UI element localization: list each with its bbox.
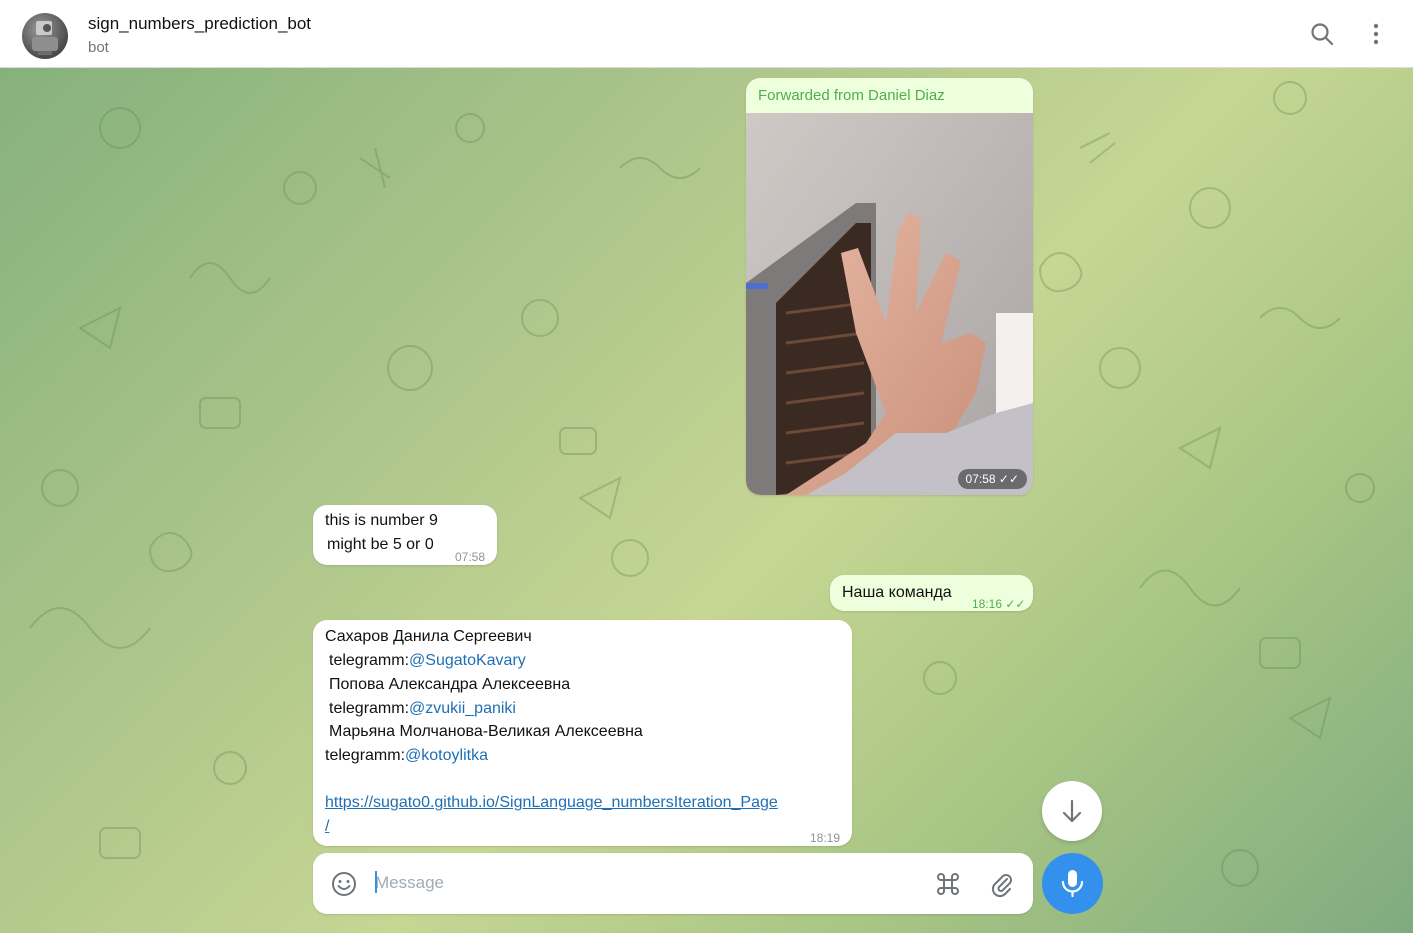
incoming-message[interactable]: Сахаров Данила Сергеевич telegramm:@Suga…	[313, 620, 852, 846]
chat-status: bot	[88, 39, 109, 56]
chat-title[interactable]: sign_numbers_prediction_bot	[88, 14, 311, 34]
username-link[interactable]: @kotoylitka	[405, 747, 488, 764]
forwarded-from-label[interactable]: Forwarded from Daniel Diaz	[758, 84, 945, 108]
scroll-down-button[interactable]	[1042, 781, 1102, 841]
more-vertical-icon[interactable]	[1362, 20, 1390, 48]
forwarded-photo-message[interactable]: Forwarded from Daniel Diaz 07:58 ✓✓	[746, 78, 1033, 495]
double-check-icon: ✓✓	[1005, 597, 1026, 611]
search-icon[interactable]	[1308, 20, 1336, 48]
username-link[interactable]: @zvukii_paniki	[409, 700, 516, 717]
team-member-name: Марьяна Молчанова-Великая Алексеевна	[329, 723, 643, 740]
team-member-name: Попова Александра Алексеевна	[329, 676, 571, 693]
project-url-link[interactable]: https://sugato0.github.io/SignLanguage_n…	[325, 791, 778, 815]
telegram-prefix: telegramm:	[329, 652, 410, 669]
message-input[interactable]	[375, 867, 915, 899]
telegram-contact-line: telegramm:@zvukii_paniki	[329, 697, 516, 721]
attach-icon[interactable]	[988, 870, 1016, 898]
project-url-link-continued[interactable]: /	[325, 815, 329, 839]
telegram-prefix: telegramm:	[325, 747, 406, 764]
command-icon[interactable]	[934, 870, 962, 898]
telegram-contact-line: telegramm:@kotoylitka	[325, 744, 488, 768]
team-member-name: Сахаров Данила Сергеевич	[325, 628, 532, 645]
chat-area[interactable]: Forwarded from Daniel Diaz 07:58 ✓✓ this…	[0, 68, 1413, 933]
emoji-icon[interactable]	[330, 870, 358, 898]
message-text-line: this is number 9	[325, 512, 438, 529]
telegram-prefix: telegramm:	[329, 700, 410, 717]
photo-timestamp: 07:58 ✓✓	[957, 469, 1027, 489]
hand-sign-photo[interactable]: 07:58 ✓✓	[746, 113, 1033, 495]
message-timestamp: 07:58	[455, 550, 486, 564]
text-caret	[375, 871, 377, 893]
double-check-icon: ✓✓	[998, 472, 1019, 486]
message-text: Наша команда	[842, 584, 952, 601]
message-timestamp: 18:16 ✓✓	[972, 597, 1026, 611]
message-text-line: might be 5 or 0	[327, 536, 434, 553]
message-composer	[313, 853, 1033, 914]
username-link[interactable]: @SugatoKavary	[409, 652, 526, 669]
incoming-message[interactable]: this is number 9 might be 5 or 0 07:58	[313, 505, 497, 565]
message-timestamp: 18:19	[810, 831, 841, 845]
arrow-down-icon	[1062, 799, 1082, 823]
microphone-icon	[1061, 870, 1084, 898]
bot-avatar[interactable]	[22, 13, 68, 59]
telegram-contact-line: telegramm:@SugatoKavary	[329, 649, 526, 673]
outgoing-message[interactable]: Наша команда 18:16 ✓✓	[830, 575, 1033, 611]
microphone-button[interactable]	[1042, 853, 1103, 914]
chat-header: sign_numbers_prediction_bot bot	[0, 0, 1413, 68]
